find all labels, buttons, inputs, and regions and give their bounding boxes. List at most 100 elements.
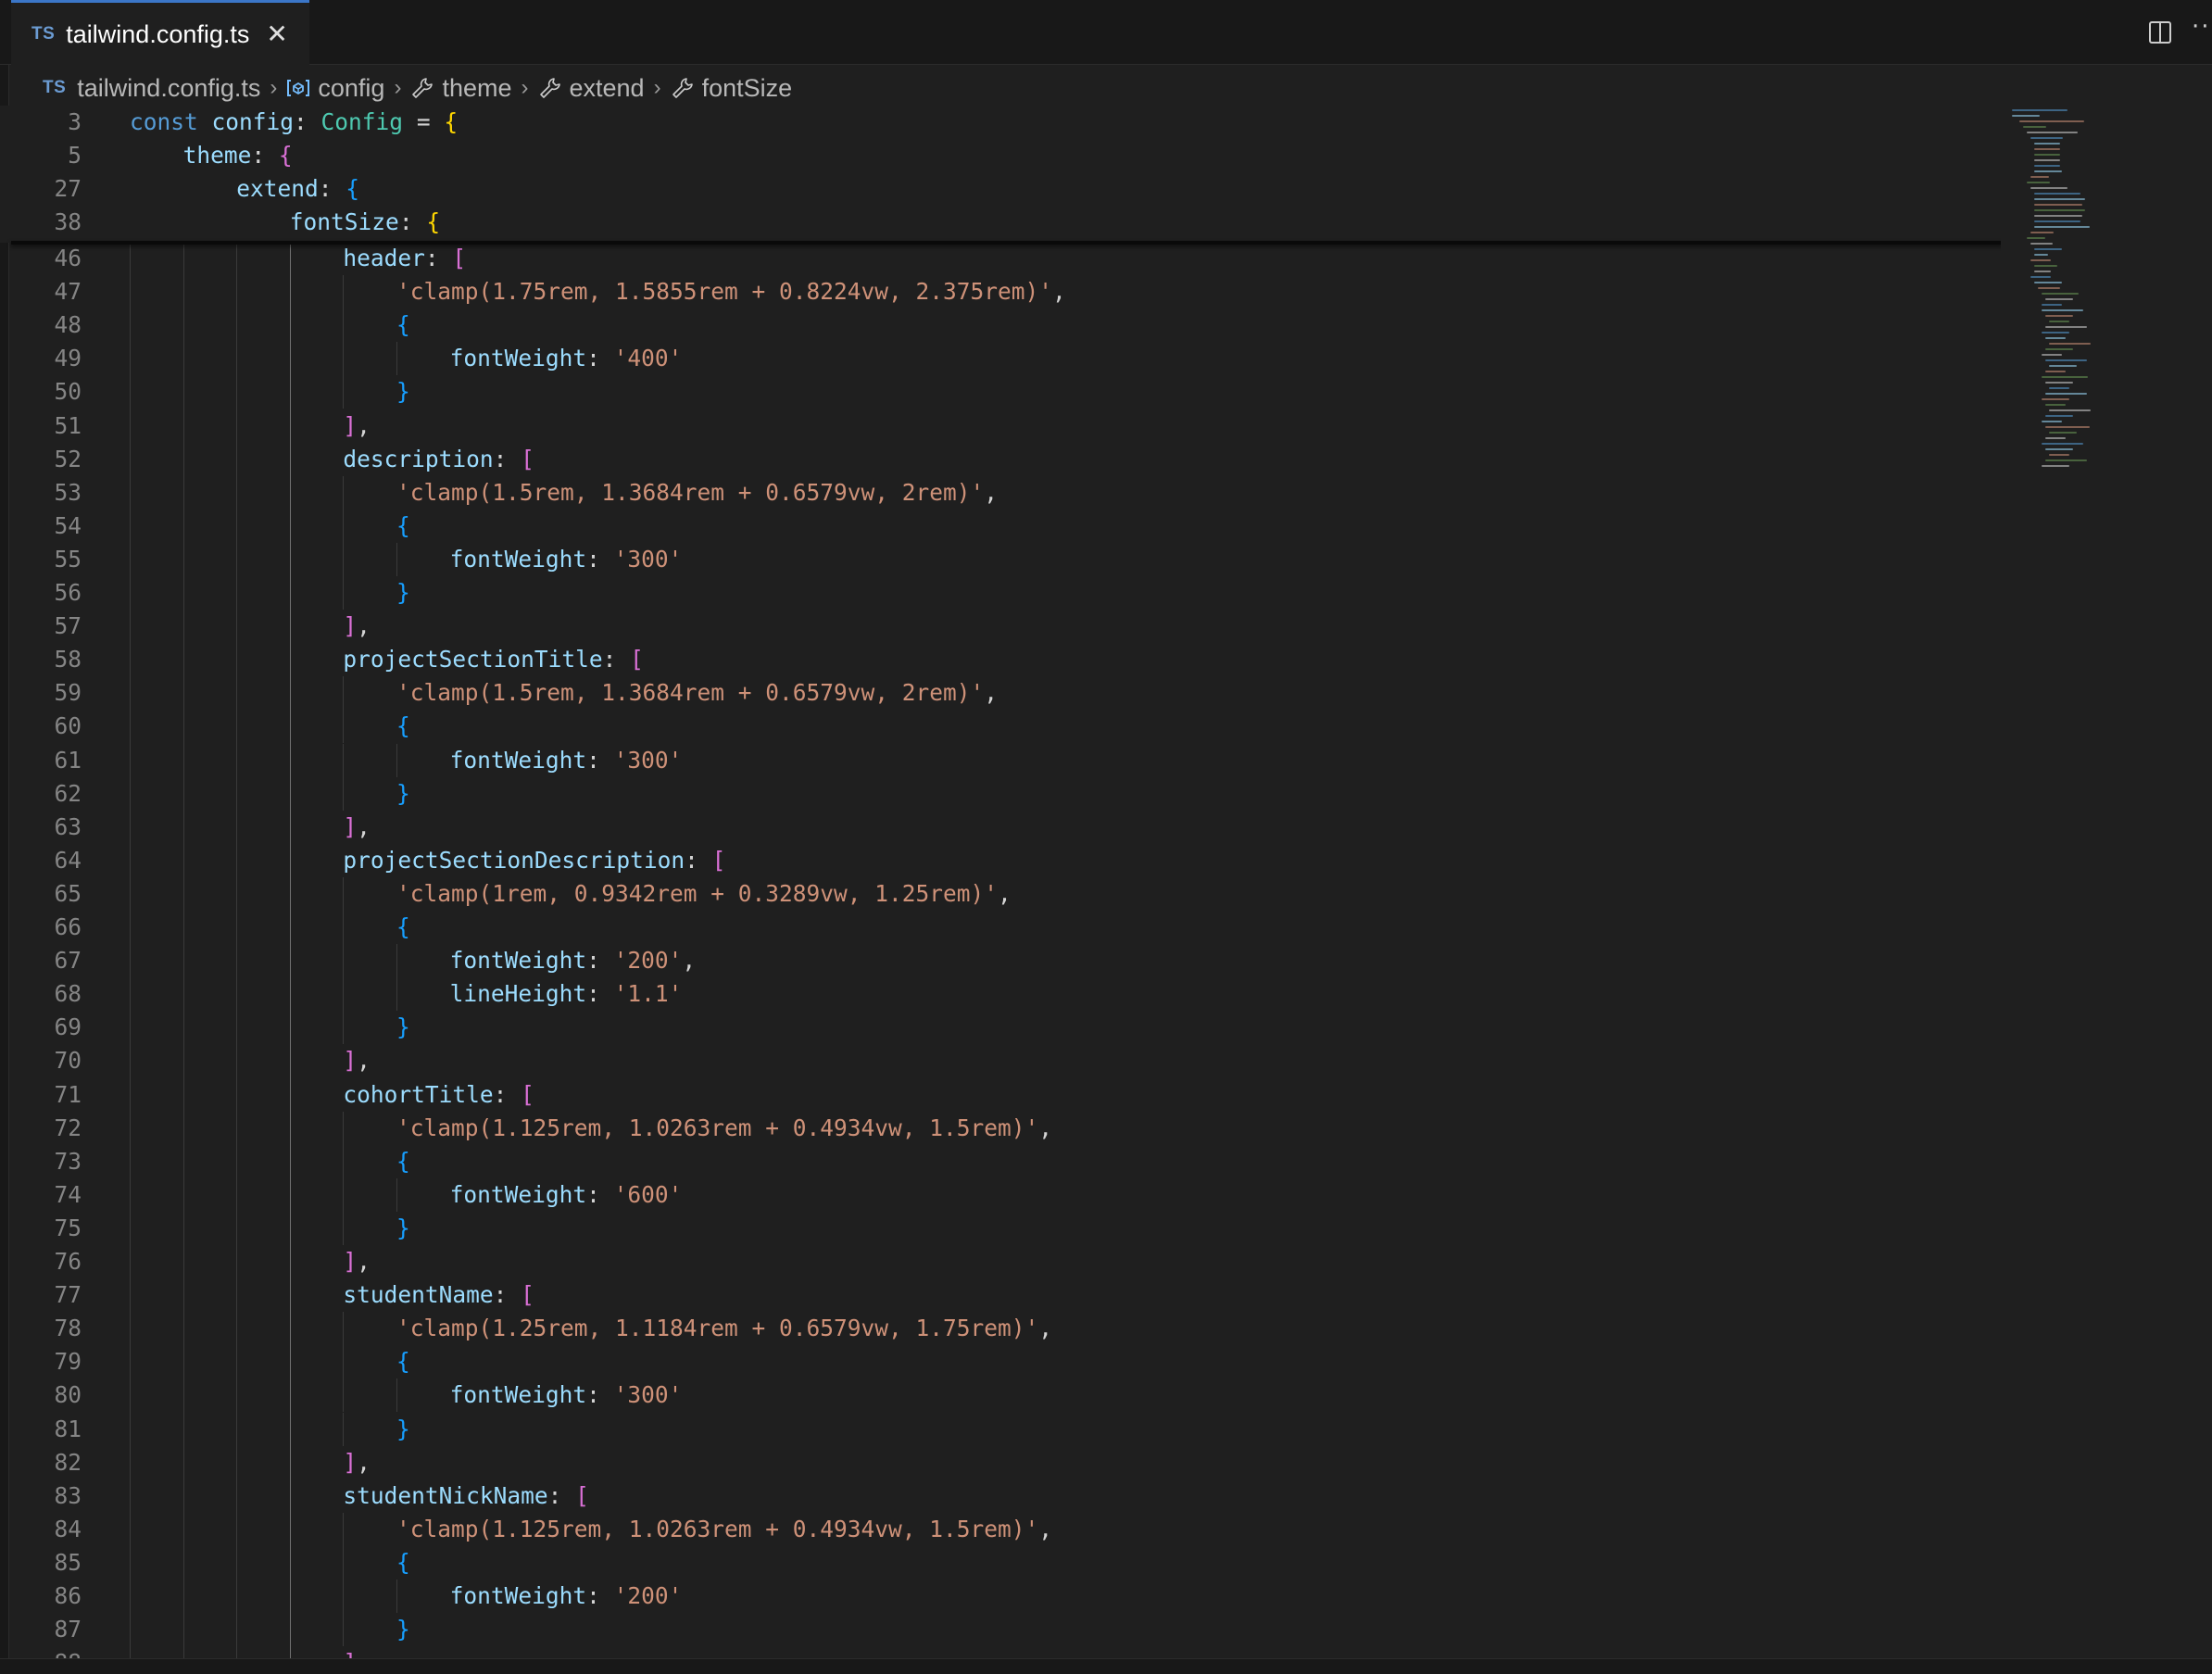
code-line[interactable]: 83 studentNickName: [ <box>0 1479 2001 1513</box>
code-line[interactable]: 75} <box>0 1212 2001 1245</box>
code-line[interactable]: 60 { <box>0 710 2001 743</box>
minimap-line <box>2045 393 2087 395</box>
code-line[interactable]: 64 projectSectionDescription: [ <box>0 844 2001 877</box>
code-line[interactable]: 82], <box>0 1446 2001 1479</box>
minimap-line <box>2030 176 2049 178</box>
code-line[interactable]: 51], <box>0 409 2001 443</box>
breadcrumb-label: extend <box>569 73 645 102</box>
breadcrumb-item-config[interactable]: config <box>286 74 384 103</box>
code-line[interactable]: 66 { <box>0 911 2001 944</box>
code-line[interactable]: 52 description: [ <box>0 443 2001 476</box>
code-text: fontWeight: '200', <box>450 944 697 977</box>
code-line[interactable]: 3 const config: Config = { <box>0 106 2001 139</box>
code-line[interactable]: 72 'clamp(1.125rem, 1.0263rem + 0.4934vw,… <box>0 1112 2001 1145</box>
code-line[interactable]: 49 fontWeight: '400' <box>0 342 2001 375</box>
code-line[interactable]: 53 'clamp(1.5rem, 1.3684rem + 0.6579vw, 2… <box>0 476 2001 510</box>
code-line[interactable]: 47 'clamp(1.75rem, 1.5855rem + 0.8224vw, … <box>0 275 2001 308</box>
code-line[interactable]: 67 fontWeight: '200', <box>0 944 2001 977</box>
tab-tailwind-config[interactable]: TS tailwind.config.ts ✕ <box>11 0 309 66</box>
code-token: ] <box>343 1047 358 1075</box>
wrench-icon <box>538 76 562 100</box>
code-line[interactable]: 61 fontWeight: '300' <box>0 744 2001 777</box>
minimap-line <box>2034 220 2080 222</box>
breadcrumb-item-fontsize[interactable]: fontSize <box>671 73 793 103</box>
minimap[interactable] <box>2001 106 2212 1658</box>
line-number: 60 <box>54 712 82 740</box>
code-token: [ <box>521 1080 534 1108</box>
chevron-right-icon: › <box>521 75 529 100</box>
minimap-line <box>2049 387 2069 389</box>
code-token: [ <box>452 245 467 271</box>
code-text: { <box>396 911 410 944</box>
code-text: } <box>396 1613 410 1646</box>
code-line[interactable]: 86 fontWeight: '200' <box>0 1580 2001 1613</box>
code-line[interactable]: 46 header: [ <box>0 242 2001 275</box>
code-text: fontWeight: '300' <box>450 1378 683 1412</box>
minimap-line <box>2030 187 2067 189</box>
split-editor-icon[interactable] <box>2149 21 2171 44</box>
code-line[interactable]: 63], <box>0 811 2001 844</box>
code-token: 'clamp(1.125rem, 1.0263rem + 0.4934vw, 1… <box>396 1114 1039 1141</box>
code-line[interactable]: 77 studentName: [ <box>0 1278 2001 1312</box>
code-line[interactable]: 65 'clamp(1rem, 0.9342rem + 0.3289vw, 1.2… <box>0 877 2001 911</box>
code-line[interactable]: 79 { <box>0 1345 2001 1378</box>
code-token: : <box>493 445 522 472</box>
chevron-right-icon: › <box>653 75 661 100</box>
code-line[interactable]: 59 'clamp(1.5rem, 1.3684rem + 0.6579vw, 2… <box>0 676 2001 710</box>
line-number: 66 <box>54 913 82 940</box>
code-line[interactable]: 74 fontWeight: '600' <box>0 1178 2001 1212</box>
code-line[interactable]: 50} <box>0 375 2001 409</box>
code-line[interactable]: 27 extend: { <box>0 172 2001 206</box>
code-line[interactable]: 85 { <box>0 1546 2001 1580</box>
breadcrumb-item-theme[interactable]: theme <box>410 74 512 103</box>
code-line[interactable]: 78 'clamp(1.25rem, 1.1184rem + 0.6579vw, … <box>0 1312 2001 1345</box>
code-token: { <box>278 142 293 170</box>
code-line[interactable]: 73 { <box>0 1145 2001 1178</box>
breadcrumb-item-extend[interactable]: extend <box>538 74 645 103</box>
code-token: , <box>1038 1515 1053 1542</box>
close-icon[interactable]: ✕ <box>266 21 287 47</box>
code-line[interactable]: 70], <box>0 1044 2001 1077</box>
code-line[interactable]: 56} <box>0 576 2001 610</box>
code-line[interactable]: 69} <box>0 1011 2001 1044</box>
code-line[interactable]: 5 theme: { <box>0 139 2001 172</box>
code-text: ], <box>343 409 371 443</box>
minimap-line <box>2045 359 2087 361</box>
code-text: } <box>396 1011 410 1044</box>
line-number: 70 <box>54 1047 82 1075</box>
minimap-line <box>2034 254 2048 256</box>
minimap-line <box>2019 120 2084 122</box>
code-text: lineHeight: '1.1' <box>450 977 683 1011</box>
sticky-scroll-header[interactable]: 3 const config: Config = {5 theme: {27 exte… <box>0 106 2001 243</box>
breadcrumb-item-file[interactable]: tailwind.config.ts <box>77 74 260 103</box>
code-line[interactable]: 68 lineHeight: '1.1' <box>0 977 2001 1011</box>
code-line[interactable]: 48 { <box>0 308 2001 342</box>
code-line[interactable]: 54 { <box>0 510 2001 543</box>
line-number: 73 <box>54 1147 82 1175</box>
code-line[interactable]: 84 'clamp(1.125rem, 1.0263rem + 0.4934vw,… <box>0 1513 2001 1546</box>
code-token: : <box>586 947 614 975</box>
code-line[interactable]: 58 projectSectionTitle: [ <box>0 643 2001 676</box>
minimap-line <box>2034 215 2082 217</box>
code-token: const <box>130 108 212 135</box>
minimap-line <box>2034 154 2060 156</box>
breadcrumb-label: fontSize <box>701 73 793 102</box>
code-line[interactable]: 87} <box>0 1613 2001 1646</box>
code-line[interactable]: 71 cohortTitle: [ <box>0 1078 2001 1112</box>
code-editor[interactable]: 3 const config: Config = {5 theme: {27 exte… <box>0 106 2001 1658</box>
line-number: 64 <box>54 846 82 874</box>
more-actions-icon[interactable]: ··· <box>2192 13 2212 41</box>
line-number: 79 <box>54 1348 82 1376</box>
line-number: 49 <box>54 345 82 372</box>
code-line[interactable]: 57], <box>0 610 2001 643</box>
code-line[interactable]: 62} <box>0 777 2001 811</box>
line-number: 87 <box>54 1616 82 1643</box>
code-line[interactable]: 55 fontWeight: '300' <box>0 543 2001 576</box>
code-line[interactable]: 80 fontWeight: '300' <box>0 1378 2001 1412</box>
code-line[interactable]: 76], <box>0 1245 2001 1278</box>
code-line[interactable]: 88] <box>0 1646 2001 1658</box>
code-token: : <box>586 1381 614 1409</box>
code-token: '600' <box>613 1180 683 1208</box>
code-line[interactable]: 81} <box>0 1413 2001 1446</box>
code-line[interactable]: 38 fontSize: { <box>0 206 2001 239</box>
